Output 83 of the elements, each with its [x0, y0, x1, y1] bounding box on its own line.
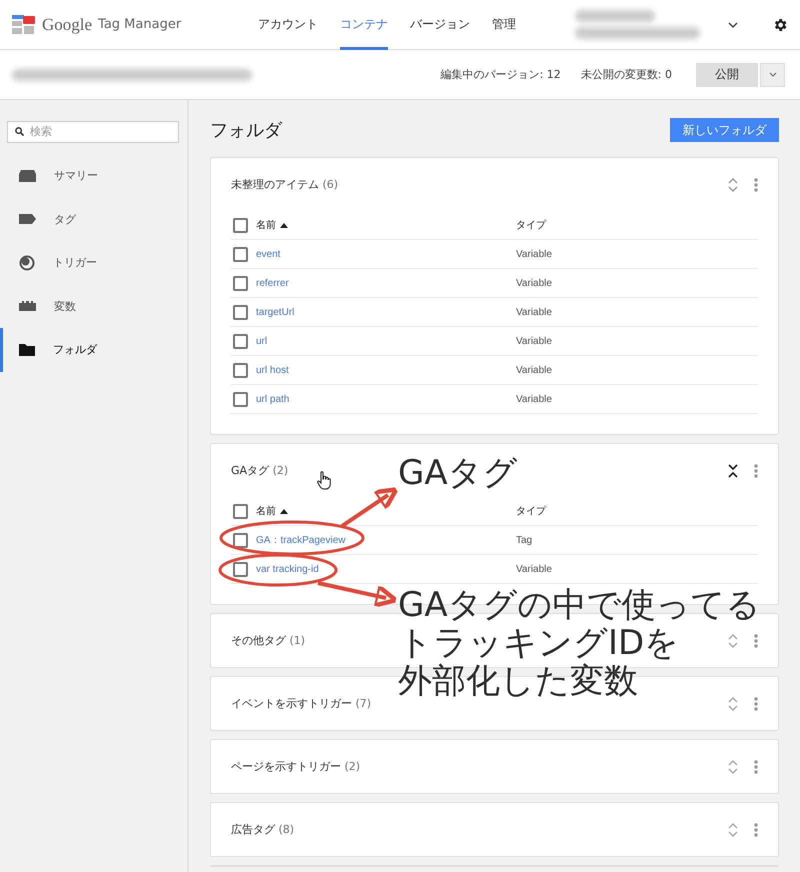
folder-title: イベントを示すトリガー (7) — [231, 696, 372, 711]
more-icon — [754, 634, 758, 648]
item-link[interactable]: targetUrl — [256, 306, 516, 318]
table-cell: Tag — [516, 534, 532, 546]
logo-icon — [12, 14, 36, 34]
more-button[interactable] — [754, 696, 758, 710]
table-cell: Variable — [516, 364, 552, 376]
table-cell: Variable — [516, 564, 552, 574]
sidebar-item[interactable]: サマリー — [0, 154, 187, 198]
version-stat: 編集中のバージョン: 12 — [440, 67, 561, 82]
checkbox[interactable] — [233, 276, 248, 290]
search-icon — [15, 127, 24, 136]
item-link[interactable]: GA：trackPageview — [256, 533, 516, 547]
annotation-text: GAタグ — [398, 454, 518, 492]
nav-tab[interactable]: バージョン — [410, 0, 470, 50]
item-link[interactable]: url — [256, 336, 516, 346]
sort-arrow-icon — [280, 222, 288, 228]
annotation-text: 外部化した変数 — [398, 662, 638, 700]
sort-arrow-icon — [280, 508, 288, 514]
folder-title: ページを示すトリガー (2) — [231, 759, 360, 774]
chevron-down-icon[interactable] — [728, 22, 738, 28]
column-header: タイプ — [516, 504, 546, 518]
folder-title: GAタグ (2) — [231, 463, 288, 478]
checkbox[interactable] — [233, 504, 248, 518]
sidebar-item[interactable]: 変数 — [0, 284, 187, 328]
checkbox[interactable] — [233, 362, 248, 378]
more-icon — [754, 696, 758, 710]
more-button[interactable] — [754, 760, 758, 774]
annotation-arrow — [340, 487, 398, 528]
table-cell: Variable — [516, 306, 552, 318]
blocks-icon — [19, 301, 36, 312]
expand-button[interactable] — [728, 464, 738, 478]
nav-tab[interactable]: アカウント — [258, 0, 318, 50]
more-icon — [754, 822, 758, 836]
more-icon — [754, 760, 758, 774]
checkbox[interactable] — [233, 218, 248, 232]
sidebar-item[interactable]: タグ — [0, 198, 187, 241]
checkbox[interactable] — [233, 532, 248, 548]
column-header[interactable]: 名前 — [256, 504, 516, 518]
item-link[interactable]: url host — [256, 364, 516, 376]
item-link[interactable]: event — [256, 248, 516, 260]
checkbox[interactable] — [233, 562, 248, 576]
checkbox[interactable] — [233, 246, 248, 262]
column-header[interactable]: 名前 — [256, 218, 516, 232]
more-button[interactable] — [754, 178, 758, 192]
more-button[interactable] — [754, 634, 758, 648]
checkbox[interactable] — [233, 334, 248, 348]
checkbox[interactable] — [233, 392, 248, 406]
product-name: Tag Manager — [98, 17, 182, 32]
folder-title: その他タグ (1) — [231, 633, 306, 648]
table-cell: Variable — [516, 248, 552, 260]
search-field[interactable]: 検索 — [7, 120, 179, 142]
nav-tab[interactable]: 管理 — [492, 0, 516, 50]
chevron-down-icon — [768, 72, 776, 77]
checkbox[interactable] — [233, 304, 248, 320]
product-name: Google — [42, 14, 92, 34]
more-button[interactable] — [754, 464, 758, 478]
new-folder-button[interactable]: 新しいフォルダ — [670, 118, 779, 142]
column-header: タイプ — [516, 218, 546, 232]
folder-title: 未整理のアイテム (6) — [231, 177, 338, 192]
settings-icon[interactable] — [772, 16, 788, 32]
page-title: フォルダ — [210, 119, 282, 142]
folder-icon — [19, 344, 35, 356]
trigger-icon — [19, 254, 35, 271]
folder-title: 広告タグ (8) — [231, 822, 294, 837]
sidebar-item[interactable]: トリガー — [0, 241, 187, 284]
hand-cursor-icon — [317, 471, 331, 490]
annotation-text: トラッキングIDを — [398, 624, 680, 662]
sidebar-item[interactable]: フォルダ — [0, 328, 187, 372]
table-cell: Variable — [516, 278, 552, 288]
item-link[interactable]: url path — [256, 394, 516, 404]
tag-icon — [19, 214, 36, 224]
item-link[interactable]: var tracking-id — [256, 564, 516, 574]
more-icon — [754, 178, 758, 192]
table-cell: Variable — [516, 394, 552, 404]
tray-icon — [19, 170, 36, 182]
item-link[interactable]: referrer — [256, 278, 516, 288]
more-icon — [754, 464, 758, 478]
more-button[interactable] — [754, 822, 758, 836]
publish-button[interactable]: 公開 — [696, 62, 758, 86]
version-stat: 未公開の変更数: 0 — [580, 67, 672, 82]
annotation-text: GAタグの中で使ってる — [398, 586, 761, 624]
table-cell: Variable — [516, 336, 552, 346]
